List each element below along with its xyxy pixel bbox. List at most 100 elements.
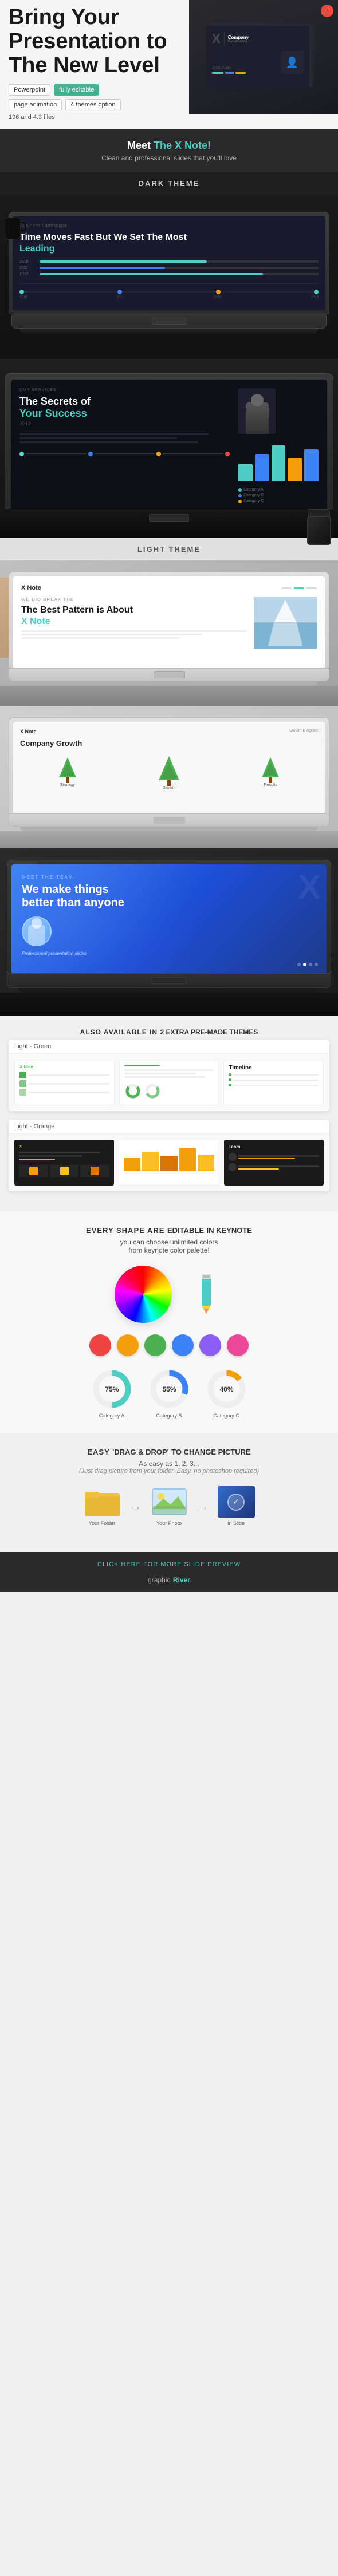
slide-dark-1: Business Landscape Time Moves Fast But W… [13, 216, 325, 310]
dd-image-item: Your Photo [151, 1486, 188, 1526]
svg-text:75%: 75% [105, 1385, 119, 1393]
dragdrop-title-row: EASY 'DRAG & DROP' TO CHANGE PICTURE [9, 1447, 329, 1457]
orange-bar-chart [124, 1145, 214, 1174]
slide-logo-2: X Note [20, 729, 37, 734]
green-slide-1: ✕ Note [14, 1060, 115, 1105]
slide-blue: X Meet the team We make things better th… [11, 864, 327, 973]
also-title-text: ALSO AVAILABLE IN [80, 1028, 160, 1036]
orange-slide-1: ✕ [14, 1140, 114, 1186]
hero-title-line2: Presentation to [9, 29, 167, 53]
green-slide-3: Timeline [223, 1060, 324, 1105]
meet-section: Meet The X Note! Clean and professional … [0, 129, 338, 172]
editable-sub1: you can choose unlimited colors [9, 1238, 329, 1246]
table-dark-blue [0, 993, 338, 1016]
slide-chart: Our Services The Secrets of Your Success… [11, 380, 327, 509]
dd-icons-row: Your Folder → Your Photo → ✓ [9, 1486, 329, 1526]
dd-folder-item: Your Folder [84, 1486, 121, 1526]
donut-label-3: Category C [213, 1413, 239, 1419]
swatch-green [144, 1334, 166, 1356]
pencil-icon [189, 1271, 223, 1317]
color-wheel [115, 1266, 172, 1323]
folder-icon [84, 1486, 121, 1518]
image-icon [151, 1486, 188, 1518]
result-label: In Slide [227, 1520, 245, 1526]
editable-label-in: IN KEYNOTE [206, 1226, 251, 1235]
hero-section: Bring Your Presentation to The New Level… [0, 0, 338, 129]
editable-label-every: EVERY SHAPE ARE [86, 1226, 167, 1235]
hero-title-line3: The New Level [9, 53, 160, 77]
chart-legend: Category A Category B Category C [238, 488, 319, 503]
our-services-label: Our Services [19, 388, 230, 392]
screen-light-2: X Note Growth Diagram Company Growth [13, 722, 325, 813]
mug-decoration [5, 218, 21, 239]
slide-header-row: X Note Growth Diagram [20, 729, 318, 734]
slide-light-text-col: We Did Break the The Best Pattern is Abo… [21, 597, 247, 651]
dd-label-drag: 'DRAG & DROP' [112, 1448, 169, 1456]
laptop-lid-2: Our Services The Secrets of Your Success… [5, 373, 333, 509]
slide-main-title: Time Moves Fast But We Set The Most Lead… [19, 232, 319, 254]
blue-nav-dots [297, 963, 318, 966]
blue-title: We make things better than anyone [22, 883, 316, 910]
slide-year: 2013 [19, 421, 230, 426]
also-title-row: ALSO AVAILABLE IN 2 EXTRA PRE-MADE THEME… [9, 1027, 329, 1037]
svg-text:55%: 55% [162, 1385, 176, 1393]
progress-bars: 2010 2011 2012 [19, 260, 319, 276]
result-slide: ✓ [218, 1486, 255, 1518]
text-lines [19, 433, 230, 443]
laptop-lid-dark-3: X Meet the team We make things better th… [7, 860, 331, 974]
table-light-2 [0, 831, 338, 848]
diagram-item-3: Results [223, 754, 318, 790]
laptop-section-diagram: X Note Growth Diagram Company Growth [0, 706, 338, 848]
diagram-item-1: Strategy [20, 754, 115, 790]
slide-right-content: Category A Category B Category C [238, 388, 319, 503]
meet-title: Meet The X Note! [6, 140, 332, 152]
label-iceberg: We Did Break the [21, 597, 247, 602]
color-swatches-row [9, 1334, 329, 1356]
swatch-purple [199, 1334, 221, 1356]
blue-label: Meet the team [22, 875, 316, 880]
laptop-screen-bezel: Business Landscape Time Moves Fast But W… [13, 216, 325, 310]
hero-file-info: 196 and 4.3 files [9, 114, 55, 121]
screen-bezel-2: Our Services The Secrets of Your Success… [11, 380, 327, 509]
dark-theme-label: DARK THEME [0, 172, 338, 195]
dd-label-easy: EASY [87, 1448, 112, 1456]
also-highlight-text: 2 EXTRA PRE-MADE THEMES [160, 1028, 258, 1036]
dd-note: (Just drag picture from your folder. Eas… [9, 1468, 329, 1475]
green-theme-label: Light - Green [9, 1040, 329, 1054]
green-theme-preview: ✕ Note [9, 1054, 329, 1111]
dragdrop-section: EASY 'DRAG & DROP' TO CHANGE PICTURE As … [0, 1433, 338, 1552]
trackpad-blue [152, 977, 186, 984]
laptop-dark-3: X Meet the team We make things better th… [7, 860, 331, 993]
theme-card-green: Light - Green ✕ Note [9, 1040, 329, 1111]
meet-subtitle: Clean and professional slides that you'l… [6, 154, 332, 162]
meet-highlight: The X Note! [154, 140, 211, 151]
orange-slide-2 [119, 1140, 219, 1186]
editable-label-editable: EDITABLE [167, 1226, 204, 1235]
orange-slide-3: Team [224, 1140, 324, 1186]
editable-title-row: EVERY SHAPE ARE EDITABLE IN KEYNOTE [9, 1226, 329, 1236]
footer-link[interactable]: CLICK HERE FOR MORE SLIDE PREVIEW [97, 1561, 241, 1568]
image-label: Your Photo [156, 1520, 182, 1526]
laptop-foot-light-2 [20, 827, 318, 831]
laptop-section-2: Our Services The Secrets of Your Success… [0, 359, 338, 538]
slide-h-timeline [19, 452, 230, 456]
trackpad-light-2 [154, 817, 185, 824]
badge-animation: page animation [9, 99, 62, 110]
blue-slide-content: Meet the team We make things better than… [22, 875, 316, 956]
secrets-highlight: Your Success [19, 408, 87, 419]
laptop-section-1: Business Landscape Time Moves Fast But W… [0, 195, 338, 359]
drag-arrow-1: → [129, 1499, 142, 1514]
folder-label: Your Folder [89, 1520, 115, 1526]
blue-quote: Professional presentation slides [22, 951, 316, 956]
diagram-item-2: Growth [121, 754, 216, 790]
slide-light-header: X Note [21, 584, 317, 591]
laptop-lid-light-2: X Note Growth Diagram Company Growth [9, 717, 329, 814]
slide-nav [281, 587, 317, 589]
lens-decoration [307, 509, 331, 547]
trackpad-light [154, 671, 185, 678]
swatch-orange [117, 1334, 139, 1356]
donut-charts-row: 75% Category A 55% Category B 40% Catego… [9, 1368, 329, 1419]
laptop-section-light: X Note We Did Break the The Best Pattern… [0, 560, 338, 706]
light-theme-label: LIGHT THEME [0, 538, 338, 560]
editable-sub2: from keynote color palette! [9, 1246, 329, 1254]
